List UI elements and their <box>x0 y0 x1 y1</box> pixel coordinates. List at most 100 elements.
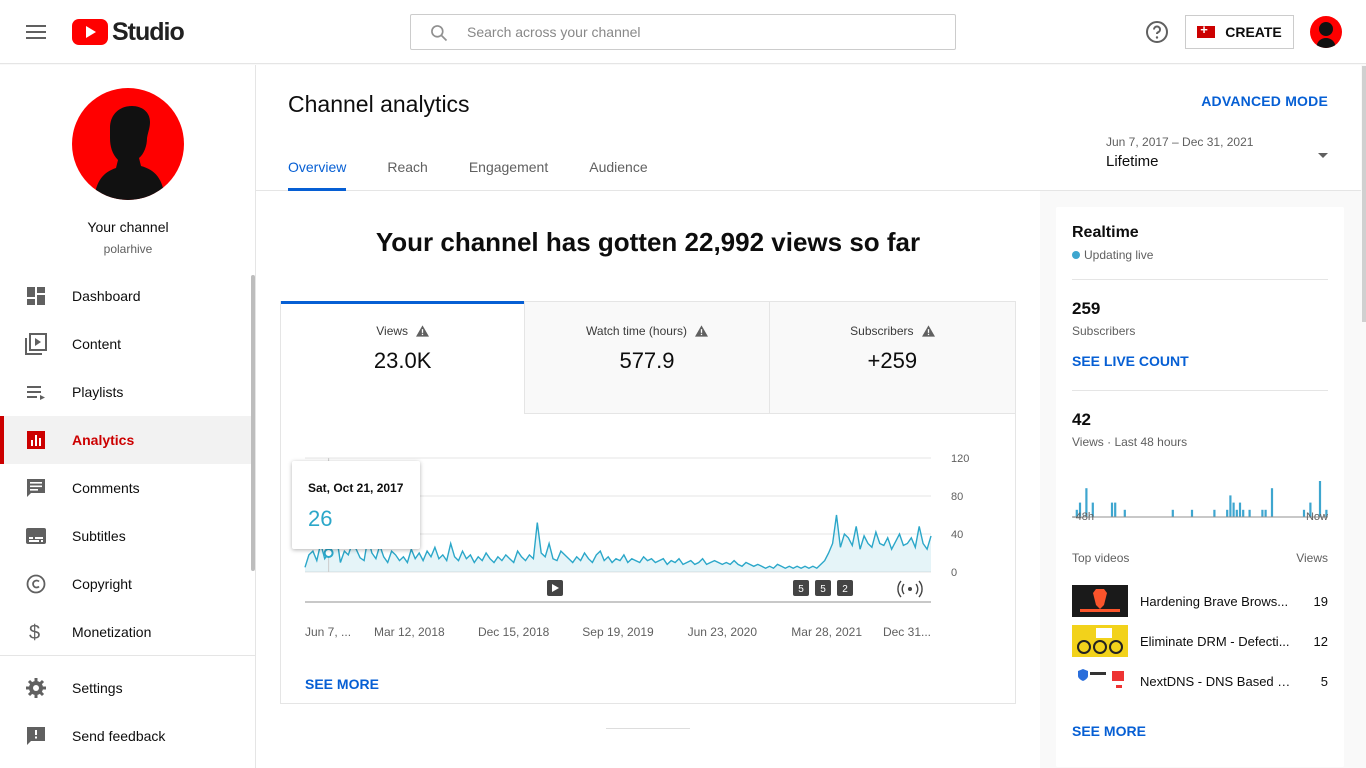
see-live-count-link[interactable]: SEE LIVE COUNT <box>1072 353 1189 369</box>
sidebar-item-label: Analytics <box>72 432 135 448</box>
overview-content: Your channel has gotten 22,992 views so … <box>256 191 1040 768</box>
top-bar: Studio CREATE <box>0 0 1366 64</box>
video-views: 5 <box>1320 673 1328 689</box>
top-video-row[interactable]: Eliminate DRM - Defecti... 12 <box>1072 625 1328 657</box>
account-avatar[interactable] <box>1310 16 1342 48</box>
warning-icon[interactable] <box>921 325 935 337</box>
realtime-bar <box>1110 502 1114 517</box>
realtime-bar <box>1270 488 1274 517</box>
tooltip-date: Sat, Oct 21, 2017 <box>308 481 404 495</box>
axis-end-label: Now <box>1305 511 1328 523</box>
realtime-bar <box>1238 502 1242 517</box>
tab-overview[interactable]: Overview <box>288 147 347 191</box>
see-more-button[interactable]: SEE MORE <box>1072 723 1146 739</box>
views-column-label: Views <box>1296 551 1328 565</box>
search-bar[interactable] <box>410 14 956 50</box>
metric-subscribers[interactable]: Subscribers +259 <box>769 302 1015 414</box>
youtube-play-icon <box>72 19 108 45</box>
realtime-bar <box>1213 509 1216 517</box>
page-scrollbar[interactable] <box>1362 66 1366 322</box>
views-chart: 120 80 40 0 5 5 2 Jun 7, ... Mar 12, 2018 Dec 15,… <box>281 414 1015 674</box>
tab-engagement[interactable]: Engagement <box>469 147 548 191</box>
event-marker-label: 5 <box>798 584 804 595</box>
advanced-mode-button[interactable]: ADVANCED MODE <box>1201 93 1328 109</box>
create-label: CREATE <box>1225 24 1282 40</box>
divider <box>1072 279 1328 280</box>
warning-icon[interactable] <box>416 325 430 337</box>
svg-text:$: $ <box>29 622 40 643</box>
y-tick-label: 80 <box>951 491 963 503</box>
x-tick-label: Mar 28, 2021 <box>791 625 862 639</box>
sidebar-item-label: Subtitles <box>72 528 126 544</box>
subscribers-count: 259 <box>1072 299 1101 318</box>
realtime-bar <box>1190 509 1194 517</box>
subscribers-label: Subscribers <box>1072 324 1136 338</box>
realtime-title: Realtime <box>1072 224 1139 241</box>
top-video-row[interactable]: Hardening Brave Brows... 19 <box>1072 585 1328 617</box>
see-more-button[interactable]: SEE MORE <box>305 676 379 692</box>
metric-label: Watch time (hours) <box>586 324 687 338</box>
x-tick-label: Jun 7, ... <box>305 625 351 639</box>
realtime-bar <box>1123 509 1126 517</box>
copyright-icon <box>24 572 48 596</box>
date-range-picker[interactable]: Jun 7, 2017 – Dec 31, 2021 Lifetime <box>1106 135 1331 170</box>
tooltip-value: 26 <box>308 506 333 531</box>
metric-views[interactable]: Views 23.0K <box>281 301 526 414</box>
metric-label-row: Views <box>281 324 524 338</box>
sidebar-item-dashboard[interactable]: Dashboard <box>0 272 252 320</box>
live-dot-icon <box>1072 251 1080 259</box>
metric-watch-time[interactable]: Watch time (hours) 577.9 <box>525 302 770 414</box>
sidebar-item-playlists[interactable]: Playlists <box>0 368 252 416</box>
metrics-card: Views 23.0K Watch time (hours) 577.9 Sub… <box>280 301 1016 704</box>
realtime-bar <box>1235 509 1238 517</box>
analytics-icon <box>24 428 48 452</box>
divider <box>606 728 690 729</box>
realtime-panel: Realtime Updating live 259 Subscribers S… <box>1041 191 1361 768</box>
sidebar-item-content[interactable]: Content <box>0 320 252 368</box>
help-icon[interactable] <box>1145 20 1169 44</box>
live-status: Updating live <box>1072 248 1153 262</box>
sidebar-item-label: Dashboard <box>72 288 141 304</box>
live-status-text: Updating live <box>1084 248 1154 262</box>
video-thumbnail <box>1072 585 1128 617</box>
warning-icon[interactable] <box>694 325 708 337</box>
search-icon <box>431 25 448 42</box>
avatar-silhouette-icon <box>1316 22 1336 48</box>
menu-icon[interactable] <box>24 22 48 42</box>
chevron-down-icon <box>1318 153 1328 158</box>
studio-logo[interactable]: Studio <box>72 17 185 46</box>
create-button[interactable]: CREATE <box>1185 15 1294 49</box>
sidebar-item-copyright[interactable]: Copyright <box>0 560 252 608</box>
feedback-icon <box>24 724 48 748</box>
sidebar-item-label: Comments <box>72 480 140 496</box>
logo-text: Studio <box>112 17 185 46</box>
search-input[interactable] <box>467 15 947 49</box>
sidebar-item-settings[interactable]: Settings <box>0 664 256 712</box>
content-icon <box>24 332 48 356</box>
sidebar-item-label: Send feedback <box>72 728 166 744</box>
realtime-bar <box>1226 509 1229 517</box>
divider <box>1072 390 1328 391</box>
tab-reach[interactable]: Reach <box>387 147 427 191</box>
sidebar-item-subtitles[interactable]: Subtitles <box>0 512 252 560</box>
sidebar-item-feedback[interactable]: Send feedback <box>0 712 256 760</box>
top-video-row[interactable]: NextDNS - DNS Based Fir... 5 <box>1072 665 1328 697</box>
sidebar-item-analytics[interactable]: Analytics <box>0 416 252 464</box>
video-thumbnail <box>1072 625 1128 657</box>
x-tick-label: Dec 31... <box>883 625 931 639</box>
sidebar-item-monetization[interactable]: $ Monetization <box>0 608 252 656</box>
channel-handle: polarhive <box>103 242 153 256</box>
y-tick-label: 40 <box>951 529 963 541</box>
sidebar-item-label: Settings <box>72 680 123 696</box>
channel-avatar[interactable] <box>72 88 184 200</box>
realtime-bar <box>1264 509 1267 517</box>
sidebar-item-comments[interactable]: Comments <box>0 464 252 512</box>
sidebar-scrollbar[interactable] <box>251 275 255 571</box>
tab-audience[interactable]: Audience <box>589 147 647 191</box>
video-views: 19 <box>1313 593 1328 609</box>
x-tick-label: Mar 12, 2018 <box>374 625 445 639</box>
playlists-icon <box>24 380 48 404</box>
subtitles-icon <box>24 524 48 548</box>
realtime-bar-chart[interactable] <box>1072 457 1328 519</box>
monetization-icon: $ <box>24 620 48 644</box>
